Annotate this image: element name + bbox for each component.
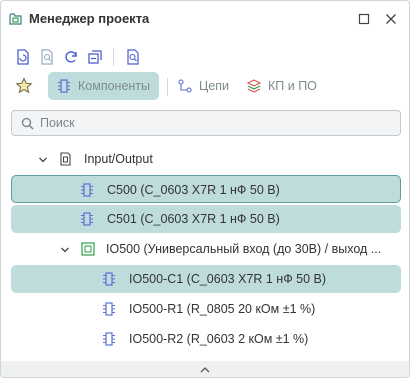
tab-nets-label: Цепи: [199, 79, 229, 93]
tree-item-io500-r1[interactable]: IO500-R1 (R_0805 20 кОм ±1 %): [11, 295, 401, 323]
chevron-down-icon[interactable]: [60, 244, 70, 254]
document-search-icon[interactable]: [37, 47, 57, 67]
tree-item-label: IO500-R2 (R_0603 2 кОм ±1 %): [129, 332, 309, 346]
collapse-bar[interactable]: [1, 361, 409, 377]
close-icon[interactable]: [383, 11, 399, 27]
subcircuit-icon: [81, 242, 95, 256]
toolbar-separator: [113, 48, 114, 66]
component-icon: [80, 212, 94, 226]
toolbar: [1, 43, 409, 71]
tree-item-label: C500 (C_0603 X7R 1 нФ 50 В): [107, 183, 280, 197]
tab-bar: Компоненты Цепи КП и ПО: [1, 72, 409, 102]
chevron-down-icon[interactable]: [38, 154, 48, 164]
project-icon: [9, 12, 23, 26]
tab-separator: [167, 78, 168, 96]
project-manager-panel: Менеджер проекта Компоненты Цепи КП и ПО…: [0, 0, 410, 378]
component-icon: [102, 332, 116, 346]
document-refresh-icon[interactable]: [13, 47, 33, 67]
layers-icon: [246, 79, 262, 93]
search-input[interactable]: [40, 114, 390, 132]
component-icon: [102, 272, 116, 286]
tab-pads-vias[interactable]: КП и ПО: [242, 72, 326, 100]
tree-item-label: IO500-C1 (C_0603 X7R 1 нФ 50 В): [129, 272, 327, 286]
tab-components[interactable]: Компоненты: [48, 72, 159, 100]
tree-item-label: C501 (C_0603 X7R 1 нФ 50 В): [107, 212, 280, 226]
title-bar: Менеджер проекта: [1, 1, 409, 37]
search-box: [11, 110, 401, 136]
tree-item-io500[interactable]: IO500 (Универсальный вход (до 30В) / вых…: [11, 235, 401, 263]
tree-item-io500-c1[interactable]: IO500-C1 (C_0603 X7R 1 нФ 50 В): [11, 265, 401, 293]
chevron-up-icon[interactable]: [199, 364, 211, 374]
component-tree: Input/Output C500 (C_0603 X7R 1 нФ 50 В)…: [1, 143, 409, 361]
tree-item-label: IO500 (Универсальный вход (до 30В) / вых…: [106, 242, 382, 256]
tab-nets[interactable]: Цепи: [173, 72, 239, 100]
tree-item-label: IO500-R1 (R_0805 20 кОм ±1 %): [129, 302, 316, 316]
collapse-icon[interactable]: [85, 47, 105, 67]
component-icon: [80, 183, 94, 197]
folder-icon: [58, 152, 72, 166]
tab-components-label: Компоненты: [78, 79, 151, 93]
component-icon: [57, 79, 71, 93]
tree-item-c500[interactable]: C500 (C_0603 X7R 1 нФ 50 В): [11, 175, 401, 203]
restore-icon[interactable]: [356, 11, 372, 27]
panel-title: Менеджер проекта: [29, 11, 150, 26]
star-icon[interactable]: [14, 76, 34, 96]
tree-group-label: Input/Output: [84, 152, 153, 166]
tree-group-input-output[interactable]: Input/Output: [11, 145, 401, 173]
search-icon: [21, 117, 34, 130]
refresh-icon[interactable]: [61, 47, 81, 67]
net-icon: [178, 79, 192, 93]
tree-item-io500-r2[interactable]: IO500-R2 (R_0603 2 кОм ±1 %): [11, 325, 401, 353]
tree-item-c501[interactable]: C501 (C_0603 X7R 1 нФ 50 В): [11, 205, 401, 233]
filter-search-icon[interactable]: [123, 47, 143, 67]
component-icon: [102, 302, 116, 316]
tab-pads-vias-label: КП и ПО: [268, 79, 317, 93]
